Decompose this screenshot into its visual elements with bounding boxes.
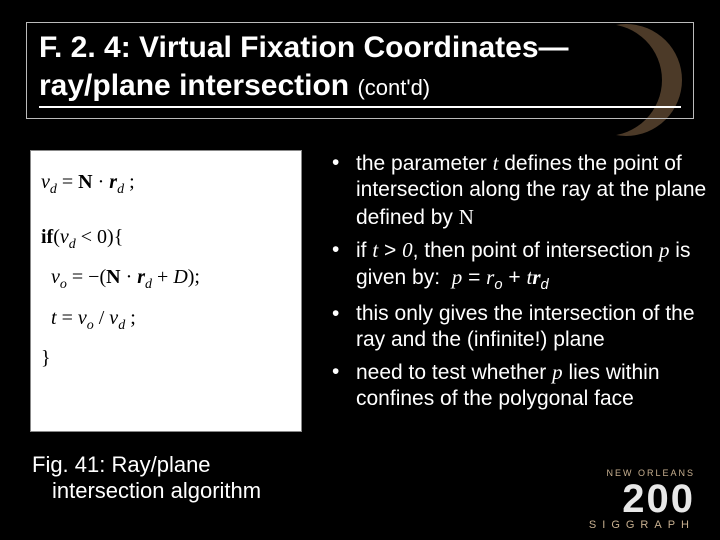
caption-line1: Fig. 41: Ray/plane [32,452,211,477]
siggraph-logo: NEW ORLEANS 200 SIGGRAPH [450,462,700,532]
figure-cond: if(vd < 0){ [41,218,291,259]
figure-eq2: vo = −(N · rd + D); [41,258,291,299]
figure-box: vd = N · rd ; if(vd < 0){ vo = −(N · rd … [30,150,302,432]
figure-caption: Fig. 41: Ray/plane intersection algorith… [32,452,312,505]
logo-year: 200 [622,477,695,521]
bullet-item: if t > 0, then point of intersection p i… [328,237,714,295]
bullet-item: need to test whether p lies within confi… [328,359,714,413]
slide-title: F. 2. 4: Virtual Fixation Coordinates— r… [39,29,681,104]
bullet-item: this only gives the intersection of the … [328,301,714,354]
title-box: F. 2. 4: Virtual Fixation Coordinates— r… [26,22,694,119]
logo-org: SIGGRAPH [589,519,695,531]
title-underline [39,106,681,108]
title-line1: F. 2. 4: Virtual Fixation Coordinates— [39,31,569,64]
figure-close: } [41,339,291,377]
bullet-item: the parameter t defines the point of int… [328,150,714,231]
title-line2-main: ray/plane intersection [39,69,349,102]
title-line2-sub: (cont'd) [357,75,430,100]
figure-eq1: vd = N · rd ; [41,163,291,204]
figure-content: vd = N · rd ; if(vd < 0){ vo = −(N · rd … [31,151,301,389]
figure-eq3: t = vo / vd ; [41,299,291,340]
slide: F. 2. 4: Virtual Fixation Coordinates— r… [0,0,720,540]
bullet-list: the parameter t defines the point of int… [328,150,714,419]
caption-line2: intersection algorithm [32,478,312,504]
